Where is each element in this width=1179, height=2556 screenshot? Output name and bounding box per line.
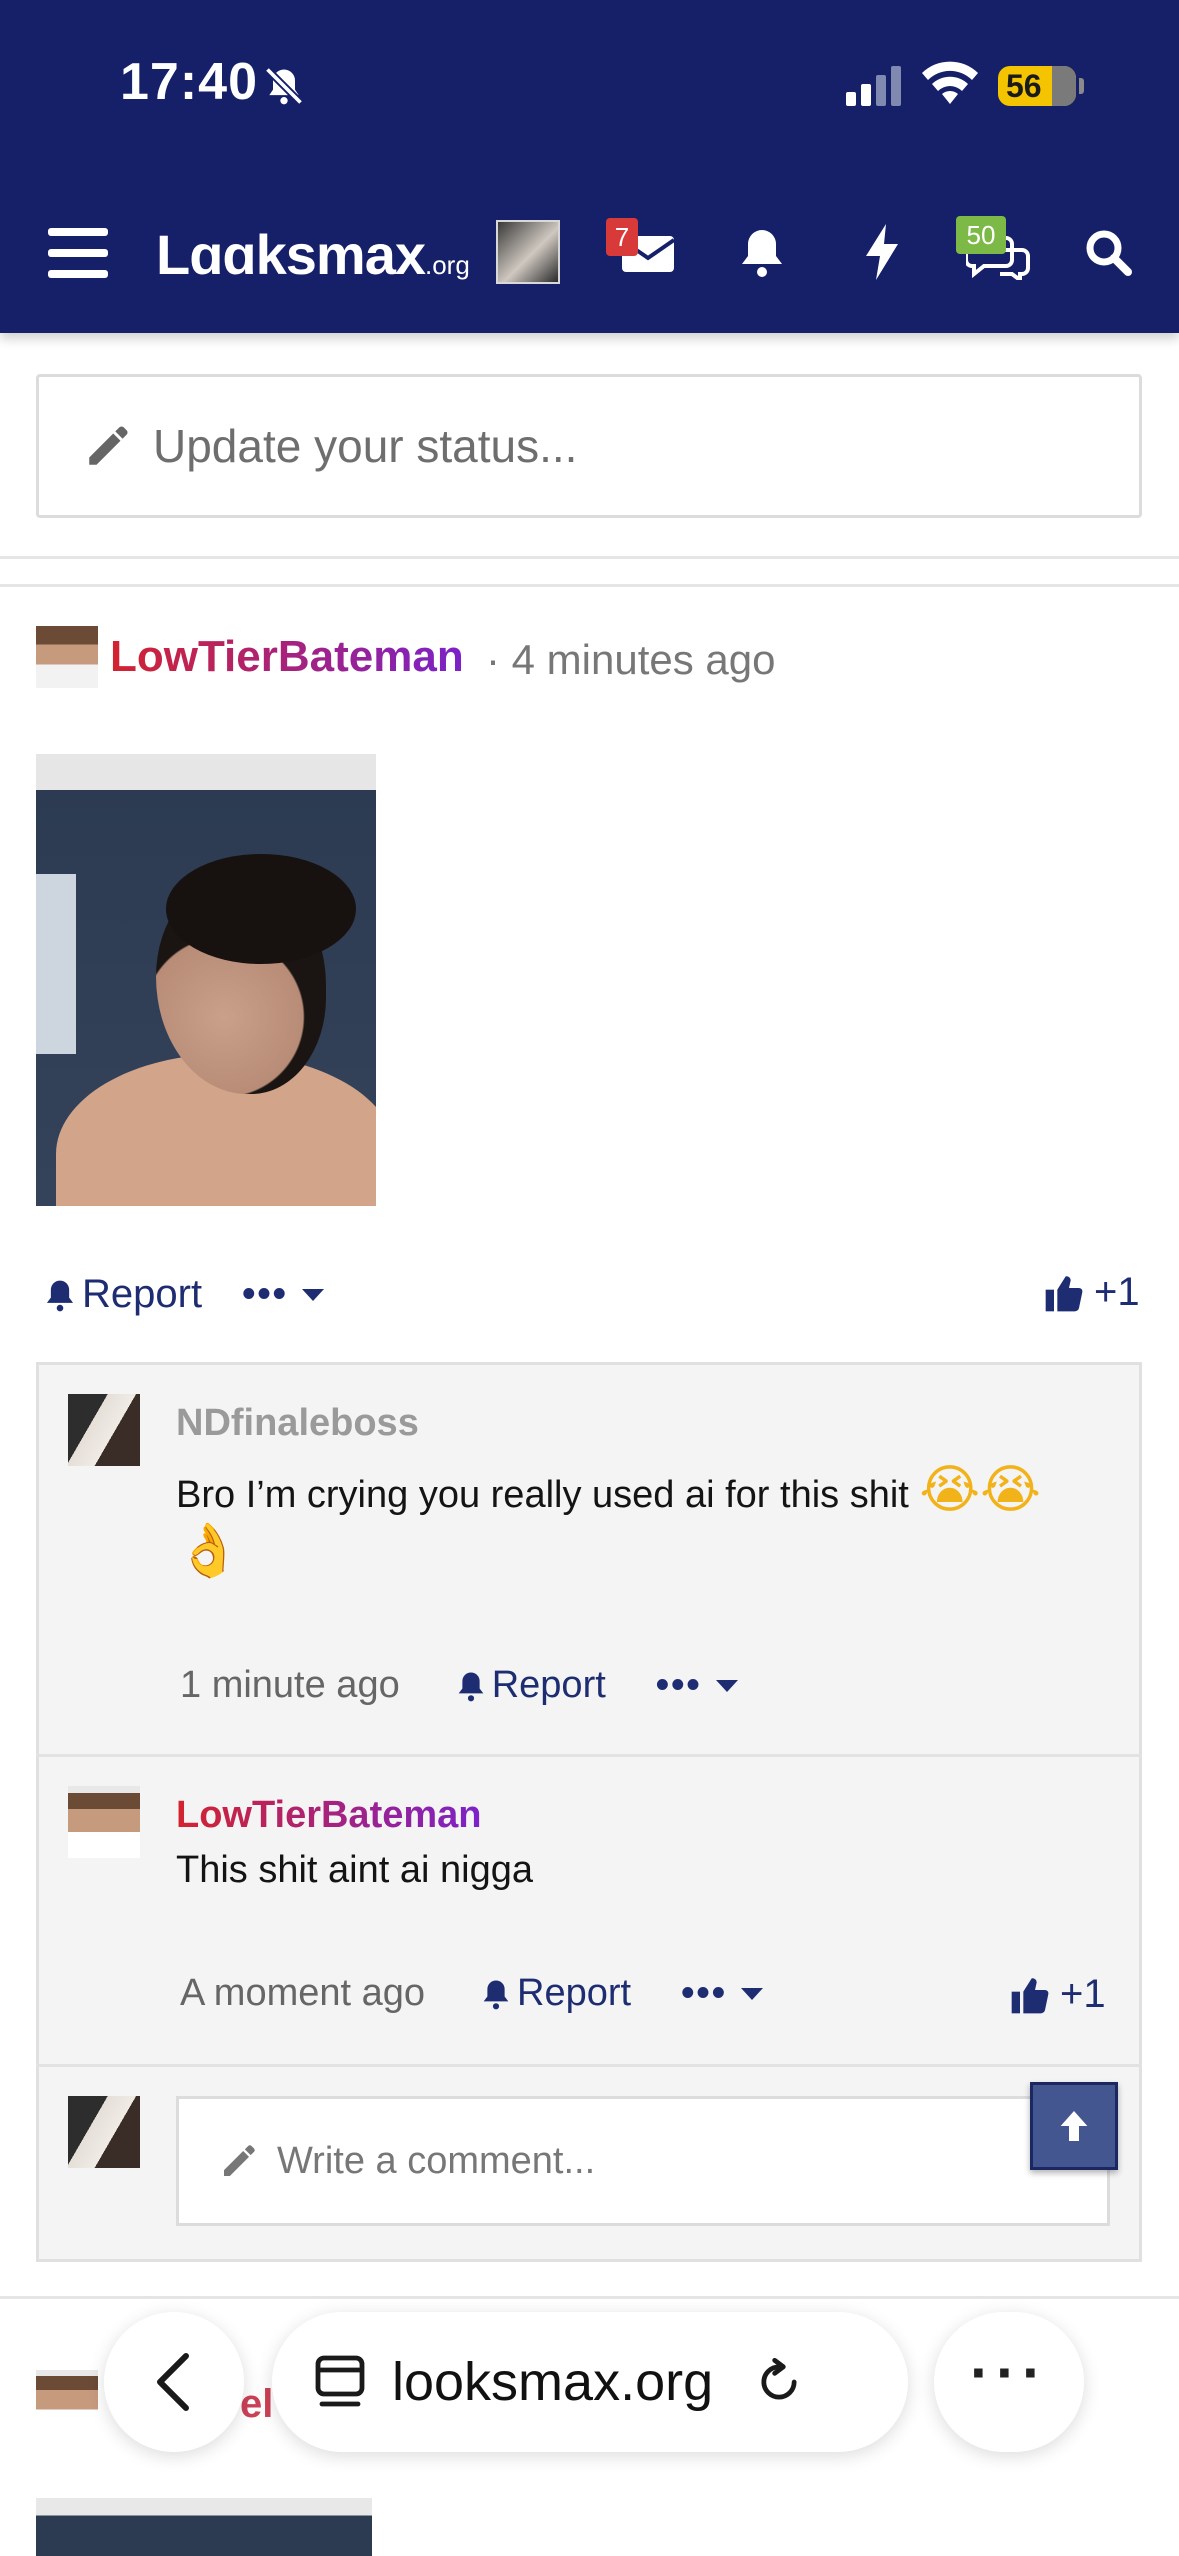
site-logo[interactable]: Lɑɑksmax.org bbox=[156, 222, 470, 287]
comment-timestamp[interactable]: 1 minute ago bbox=[180, 1664, 400, 1707]
browser-more-button[interactable]: ··· bbox=[934, 2312, 1084, 2452]
more-icon: ··· bbox=[970, 2339, 1048, 2406]
chevron-down-icon bbox=[715, 1679, 738, 1692]
search-icon[interactable] bbox=[1084, 228, 1132, 276]
post-like-button[interactable]: +1 bbox=[1044, 1270, 1140, 1315]
post-author-avatar[interactable] bbox=[36, 626, 98, 688]
comment-like-count: +1 bbox=[1060, 1972, 1106, 2016]
current-user-avatar bbox=[68, 2096, 140, 2168]
crying-emoji: 😭😭 bbox=[919, 1460, 1041, 1520]
comment-report-link[interactable]: Report bbox=[492, 1664, 606, 1707]
status-update-input[interactable]: Update your status... bbox=[36, 374, 1142, 518]
user-avatar[interactable] bbox=[496, 220, 560, 284]
report-bell-icon bbox=[46, 1280, 74, 1311]
chevron-left-icon bbox=[157, 2353, 189, 2411]
chat-badge: 50 bbox=[956, 216, 1006, 254]
pencil-icon bbox=[224, 2145, 255, 2176]
comment-more-menu[interactable]: ••• bbox=[656, 1664, 738, 1707]
divider bbox=[0, 556, 1179, 559]
comment-meta: 1 minute ago Report ••• bbox=[180, 1664, 738, 1707]
comment-separator bbox=[36, 2064, 1142, 2067]
battery-level: 56 bbox=[1006, 67, 1042, 104]
comment-placeholder: Write a comment... bbox=[277, 2139, 596, 2182]
divider bbox=[0, 2296, 1179, 2299]
comment-author-avatar[interactable] bbox=[68, 1786, 140, 1858]
comment-report-link[interactable]: Report bbox=[517, 1972, 631, 2015]
report-bell-icon bbox=[483, 1979, 509, 2009]
next-post-image[interactable] bbox=[36, 2498, 372, 2556]
arrow-up-icon bbox=[1060, 2111, 1088, 2141]
post-author-name[interactable]: LowTierBateman bbox=[110, 632, 464, 682]
post-timestamp[interactable]: · 4 minutes ago bbox=[486, 636, 776, 684]
next-post-author[interactable]: el bbox=[240, 2382, 273, 2427]
reload-icon[interactable] bbox=[753, 2356, 805, 2408]
post-image[interactable] bbox=[36, 754, 376, 1206]
post-report-link[interactable]: Report bbox=[82, 1272, 202, 1317]
ok-hand-emoji: 👌 bbox=[176, 1521, 241, 1581]
silent-mode-icon bbox=[264, 66, 304, 106]
wifi-icon bbox=[922, 61, 978, 104]
more-dots-icon: ••• bbox=[681, 1972, 728, 2014]
pencil-icon bbox=[89, 426, 128, 465]
browser-address-bar[interactable]: looksmax.org bbox=[272, 2312, 908, 2452]
top-navigation-bar: 17:40 56 Lɑɑksmax.org 7 50 bbox=[0, 0, 1179, 333]
report-bell-icon bbox=[458, 1671, 484, 1701]
more-dots-icon: ••• bbox=[242, 1273, 288, 1315]
cellular-signal-icon bbox=[846, 66, 901, 106]
comment-author-name[interactable]: LowTierBateman bbox=[176, 1794, 481, 1837]
comment-input[interactable]: Write a comment... bbox=[176, 2096, 1110, 2226]
next-post-avatar[interactable] bbox=[36, 2370, 98, 2432]
post-actions: Report ••• bbox=[44, 1272, 324, 1317]
chevron-down-icon bbox=[741, 1987, 764, 2000]
comment-like-button[interactable]: +1 bbox=[1010, 1972, 1106, 2017]
comment-meta: A moment ago Report ••• bbox=[180, 1972, 764, 2015]
tab-overview-icon[interactable] bbox=[314, 2354, 366, 2410]
browser-back-button[interactable] bbox=[104, 2312, 244, 2452]
alerts-icon[interactable] bbox=[738, 226, 786, 278]
whats-new-icon[interactable] bbox=[862, 224, 902, 280]
browser-url: looksmax.org bbox=[392, 2352, 714, 2412]
post-like-count: +1 bbox=[1094, 1270, 1140, 1314]
thumbs-up-icon bbox=[1045, 1275, 1083, 1311]
chevron-down-icon bbox=[301, 1288, 324, 1301]
more-dots-icon: ••• bbox=[655, 1664, 702, 1706]
comment-separator bbox=[36, 1754, 1142, 1757]
post-more-menu[interactable]: ••• bbox=[242, 1273, 324, 1316]
comment-author-name[interactable]: NDfinaleboss bbox=[176, 1402, 419, 1445]
comment-more-menu[interactable]: ••• bbox=[681, 1972, 764, 2015]
comment-timestamp[interactable]: A moment ago bbox=[180, 1972, 425, 2015]
comment-text: Bro I’m crying you really used ai for th… bbox=[176, 1460, 1041, 1581]
scroll-to-top-button[interactable] bbox=[1030, 2082, 1118, 2170]
status-time: 17:40 bbox=[120, 53, 258, 111]
inbox-badge: 7 bbox=[606, 218, 638, 256]
thumbs-up-icon bbox=[1011, 1977, 1049, 2013]
comment-author-avatar[interactable] bbox=[68, 1394, 140, 1466]
divider bbox=[0, 584, 1179, 587]
menu-icon[interactable] bbox=[48, 228, 108, 278]
status-placeholder: Update your status... bbox=[153, 420, 578, 472]
comment-text: This shit aint ai nigga bbox=[176, 1849, 533, 1891]
battery-tip bbox=[1079, 78, 1084, 94]
battery-indicator: 56 bbox=[998, 66, 1076, 106]
